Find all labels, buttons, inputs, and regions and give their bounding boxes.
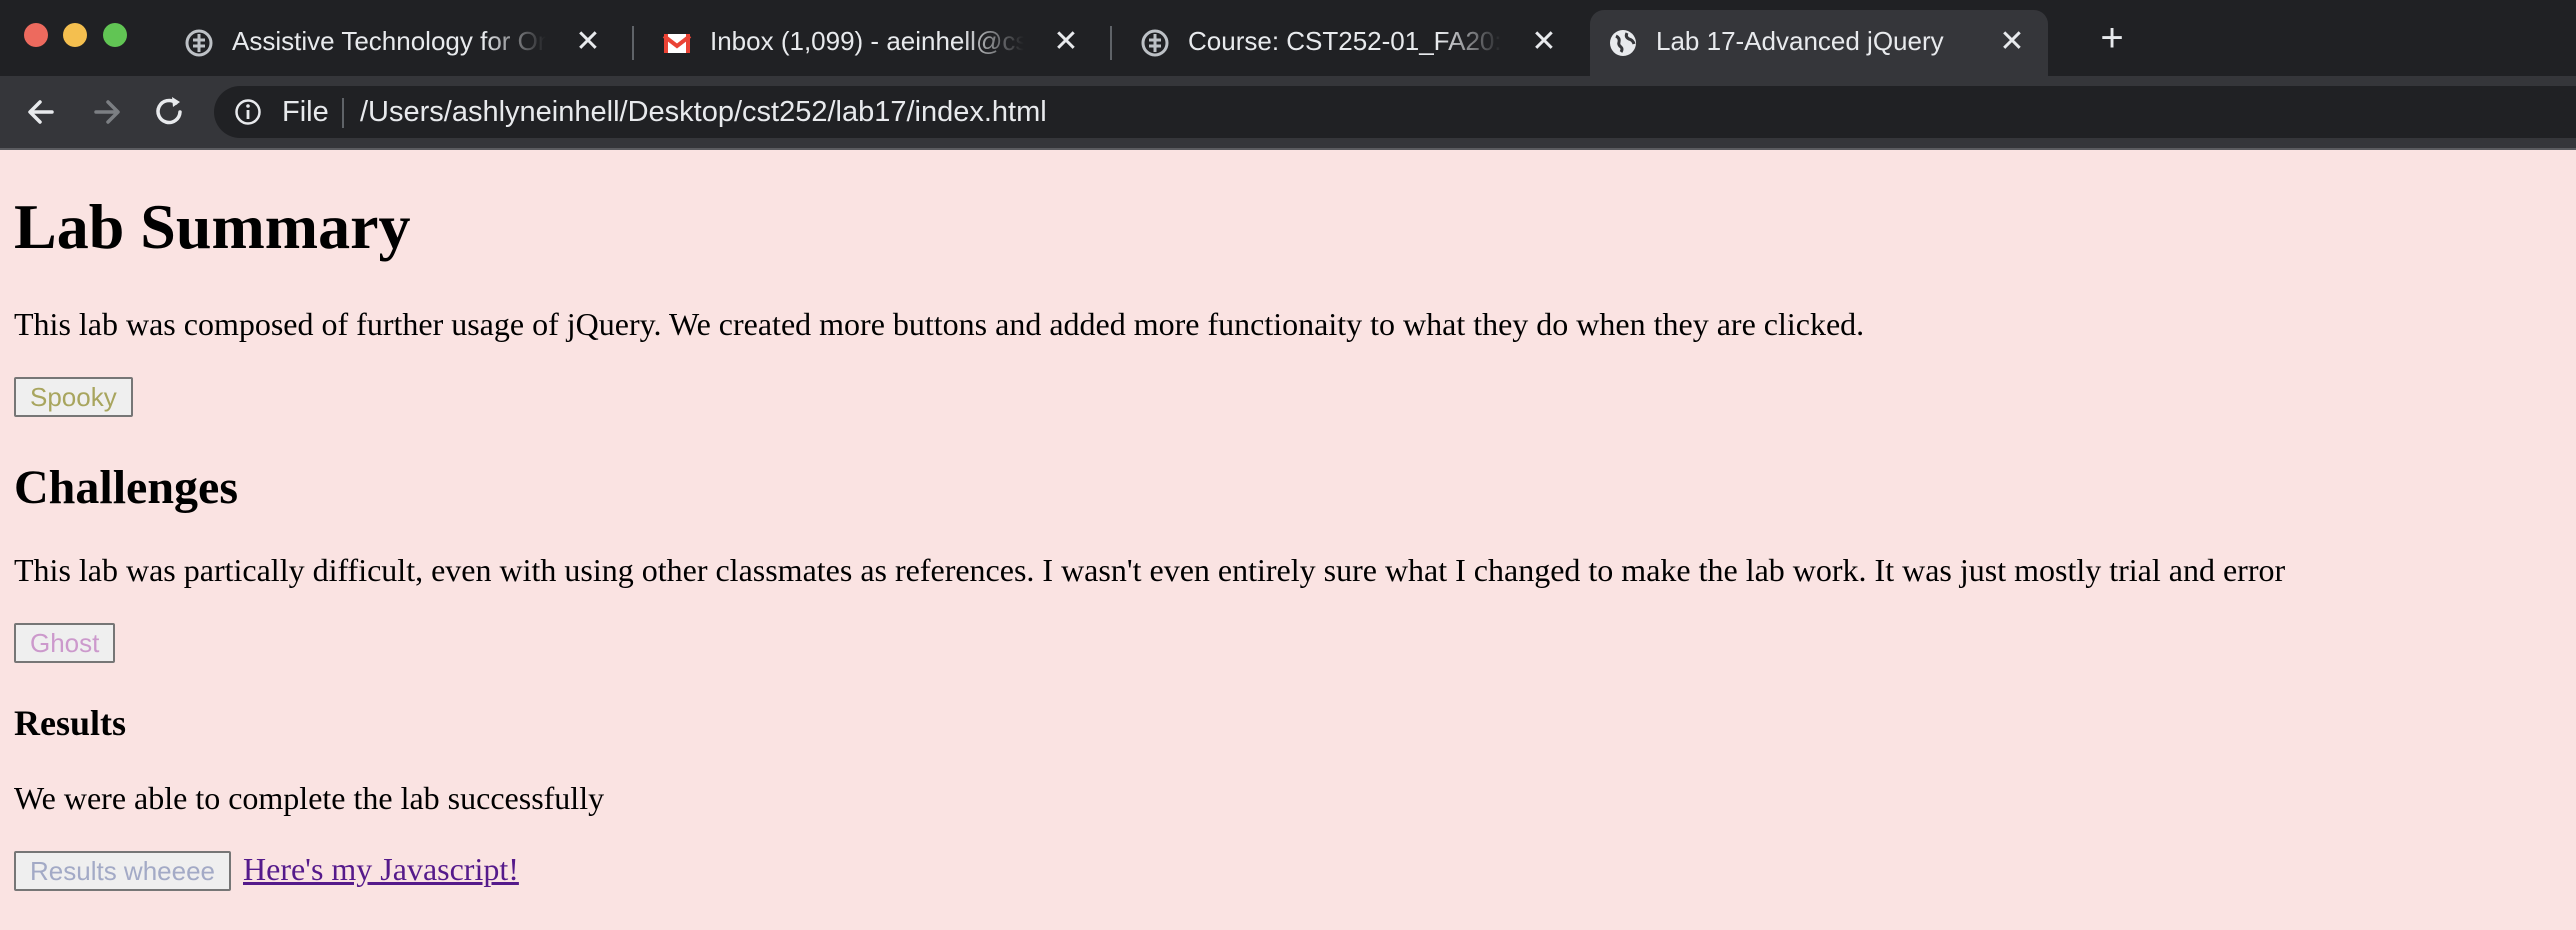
info-icon[interactable] (234, 98, 262, 126)
tab-title: Lab 17-Advanced jQuery (1656, 26, 1944, 56)
forward-arrow-icon[interactable] (88, 93, 126, 131)
tab-close-icon[interactable]: ✕ (574, 27, 602, 57)
tab-lab17[interactable]: Lab 17-Advanced jQuery ✕ (1590, 10, 2048, 76)
tab-assistive-technology[interactable]: Assistive Technology for Online Learning… (166, 10, 624, 76)
results-text: We were able to complete the lab success… (14, 780, 605, 816)
globe-icon (1610, 30, 1636, 56)
challenges-heading: Challenges (14, 461, 239, 514)
address-scheme-label: File (282, 96, 329, 128)
address-url[interactable]: /Users/ashlyneinhell/Desktop/cst252/lab1… (360, 96, 1047, 129)
browser-toolbar: File /Users/ashlyneinhell/Desktop/cst252… (0, 76, 2576, 148)
window-minimize-button[interactable] (63, 23, 87, 47)
challenges-text: This lab was partically difficult, even … (14, 552, 2286, 588)
window-maximize-button[interactable] (103, 23, 127, 47)
tab-inbox[interactable]: Inbox (1,099) - aeinhell@csumb.edu ✕ (644, 10, 1102, 76)
address-bar[interactable]: File /Users/ashlyneinhell/Desktop/cst252… (214, 86, 2576, 138)
course-site-icon (1141, 29, 1169, 57)
toolbar-border (0, 148, 2576, 150)
tab-course[interactable]: Course: CST252-01_FA20:Scripting ✕ (1122, 10, 1580, 76)
summary-text: This lab was composed of further usage o… (14, 306, 1865, 342)
window-close-button[interactable] (24, 23, 48, 47)
ghost-button[interactable]: Ghost (14, 623, 116, 663)
tab-separator (632, 26, 634, 60)
summary-heading: Lab Summary (14, 191, 411, 262)
tab-close-icon[interactable]: ✕ (1530, 27, 1558, 57)
tab-title: Inbox (1,099) - aeinhell@csumb.edu (710, 26, 1024, 56)
tab-close-icon[interactable]: ✕ (1998, 27, 2026, 57)
results-heading: Results (14, 703, 127, 743)
new-tab-plus-icon[interactable]: + (2094, 18, 2130, 58)
tab-close-icon[interactable]: ✕ (1052, 27, 1080, 57)
tab-bar: Assistive Technology for Online Learning… (0, 0, 2576, 76)
back-arrow-icon[interactable] (22, 93, 60, 131)
results-button[interactable]: Results wheeee (14, 851, 231, 891)
tab-title: Assistive Technology for Online Learning (232, 26, 546, 56)
address-divider (342, 98, 344, 128)
tab-title: Course: CST252-01_FA20:Scripting (1188, 26, 1502, 56)
gmail-icon (662, 34, 692, 53)
spooky-button[interactable]: Spooky (14, 377, 133, 417)
course-site-icon (185, 29, 213, 57)
reload-icon[interactable] (150, 93, 188, 131)
tab-separator (1110, 26, 1112, 60)
javascript-link[interactable]: Here's my Javascript! (243, 851, 519, 888)
